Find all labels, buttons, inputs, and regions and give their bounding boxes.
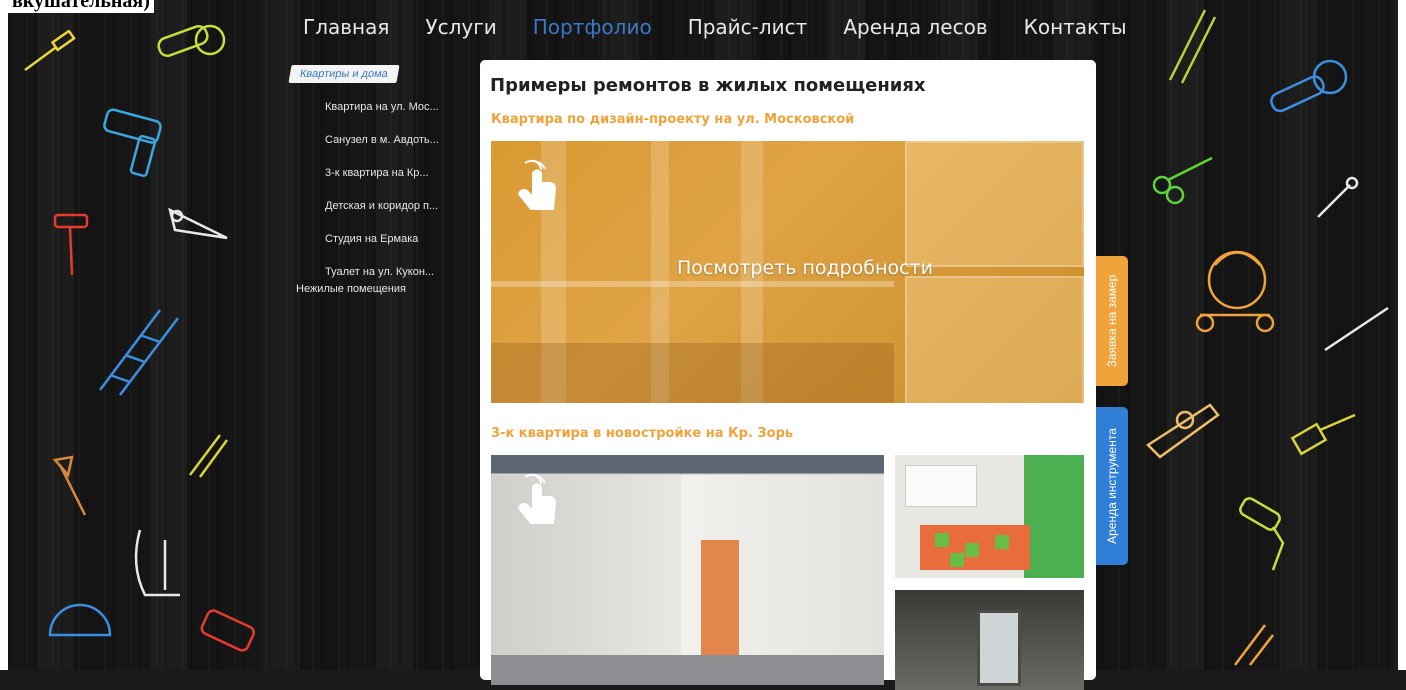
project-thumbnail-bathroom[interactable] [895, 455, 1084, 578]
project-preview-image[interactable] [491, 455, 884, 685]
measure-request-label: Заявка на замер [1105, 274, 1119, 368]
paint-roller-icon [1239, 497, 1285, 571]
hammer-icon [53, 213, 89, 276]
clamp-icon [134, 529, 180, 597]
content-panel: Примеры ремонтов в жилых помещениях Квар… [480, 60, 1096, 690]
gauge-icon [48, 603, 112, 637]
sidebar-item-project[interactable]: Студия на Ермака [325, 223, 470, 256]
tap-hand-icon [517, 473, 557, 524]
screwdriver-icon [24, 30, 76, 72]
drill-icon [103, 108, 162, 177]
view-details-link[interactable]: Посмотреть подробности [677, 257, 933, 279]
portfolio-sidebar: Квартиры и дома Квартира на ул. Мос... С… [288, 64, 470, 295]
plane-tool-icon [1146, 403, 1220, 459]
pliers-right-icon [1168, 9, 1217, 84]
nav-home[interactable]: Главная [285, 10, 407, 44]
measure-request-tab[interactable]: Заявка на замер [1096, 256, 1128, 386]
sidebar-project-list: Квартира на ул. Мос... Санузел в м. Авдо… [290, 91, 470, 289]
project-title[interactable]: Квартира по дизайн-проекту на ул. Москов… [491, 112, 854, 127]
page-edge-left [0, 0, 8, 670]
project-preview-image[interactable]: Посмотреть подробности [491, 141, 1084, 403]
sidebar-item-project[interactable]: Детская и коридор п... [325, 190, 470, 223]
scissors-icon [1152, 156, 1213, 205]
nav-contacts[interactable]: Контакты [1006, 10, 1145, 44]
grinder-icon [157, 24, 226, 58]
sidebar-item-nonresidential[interactable]: Нежилые помещения [290, 283, 470, 295]
angle-grinder-icon [1270, 59, 1348, 113]
project-title[interactable]: 3-к квартира в новостройке на Кр. Зорь [491, 426, 793, 441]
tool-rent-tab[interactable]: Аренда инструмента [1096, 407, 1128, 565]
saw-icon [168, 207, 228, 240]
tool-rent-label: Аренда инструмента [1105, 428, 1119, 544]
paint-brush-icon [1290, 413, 1356, 456]
nav-services[interactable]: Услуги [407, 10, 514, 44]
sidebar-item-project[interactable]: Квартира на ул. Мос... [325, 91, 470, 124]
main-nav: Главная Услуги Портфолио Прайс-лист Арен… [285, 10, 1145, 44]
pliers-icon [189, 434, 229, 478]
page-title: Примеры ремонтов в жилых помещениях [490, 75, 926, 96]
page-edge-right [1398, 0, 1406, 670]
nav-portfolio[interactable]: Портфолио [515, 10, 670, 44]
sidebar-item-project[interactable]: 3-к квартира на Кр... [325, 157, 470, 190]
caulk-gun-icon [1234, 624, 1274, 666]
wrench-icon [1317, 176, 1359, 218]
concrete-mixer-icon [1195, 250, 1275, 333]
axe-icon [52, 455, 87, 516]
tap-hand-icon [517, 159, 557, 210]
nav-scaffold-rent[interactable]: Аренда лесов [825, 10, 1005, 44]
frame-label: вкушательная) [8, 0, 154, 13]
ladder-icon [99, 309, 179, 396]
doorway [701, 540, 739, 670]
sidebar-item-project[interactable]: Санузел в м. Авдоть... [325, 124, 470, 157]
sidebar-active-category[interactable]: Квартиры и дома [288, 65, 400, 83]
nav-price-list[interactable]: Прайс-лист [670, 10, 826, 44]
chisel-icon [1324, 306, 1389, 352]
project-thumbnail-room[interactable] [895, 590, 1084, 690]
nailgun-icon [200, 609, 256, 652]
